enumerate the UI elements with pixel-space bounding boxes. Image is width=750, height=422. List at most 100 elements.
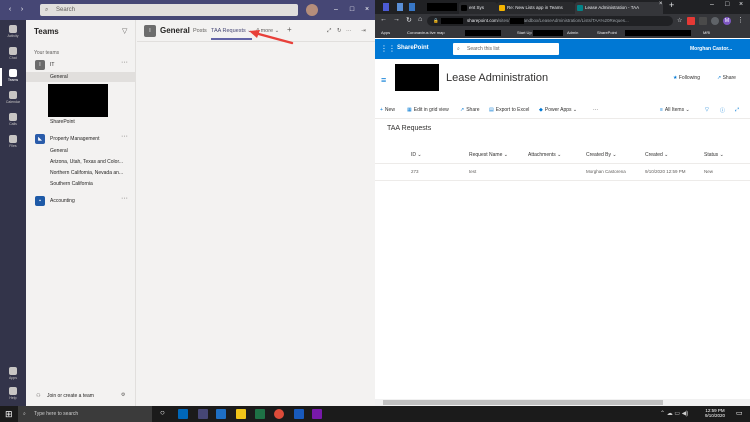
- list-search-input[interactable]: ⌕ Search this list: [453, 43, 559, 55]
- maximize-icon[interactable]: □: [725, 1, 729, 8]
- share-button[interactable]: ↗ Share: [460, 107, 480, 113]
- bookmark-coronavirus[interactable]: Coronavirus live map: [407, 28, 445, 38]
- edit-grid-button[interactable]: ▦ Edit in grid view: [407, 107, 449, 113]
- new-tab-button[interactable]: +: [669, 0, 674, 10]
- word-icon[interactable]: [294, 409, 304, 419]
- channel-southern-california[interactable]: Southern California: [50, 181, 93, 187]
- refresh-icon[interactable]: ↻: [406, 16, 412, 24]
- column-header-attachments[interactable]: Attachments ⌄: [528, 152, 561, 158]
- app-launcher-icon[interactable]: ⋮⋮: [380, 44, 396, 53]
- browser-tab[interactable]: ent Sys: [459, 2, 497, 14]
- rail-apps[interactable]: Apps: [0, 364, 26, 386]
- clock[interactable]: 12:59 PM 9/10/2020: [700, 408, 730, 418]
- filter-icon[interactable]: ▽: [122, 27, 127, 35]
- column-header-created[interactable]: Created ⌄: [645, 152, 668, 158]
- browser-tab-active[interactable]: Lease Administration - TAA: [575, 2, 663, 14]
- rail-files[interactable]: Files: [0, 132, 26, 154]
- more-options-icon[interactable]: ···: [346, 28, 352, 34]
- bookmark-mri[interactable]: MRI: [703, 28, 710, 38]
- extension-icon[interactable]: [397, 3, 403, 11]
- address-bar[interactable]: 🔒 sharepoint.com/sites/andbox/LeaseAdmin…: [427, 16, 673, 26]
- rail-calls[interactable]: Calls: [0, 110, 26, 132]
- refresh-icon[interactable]: ↻: [337, 28, 342, 34]
- channel-sharepoint[interactable]: SharePoint: [50, 119, 75, 125]
- user-name[interactable]: Morghan Castor...: [690, 46, 732, 52]
- extension-icon[interactable]: [711, 17, 719, 25]
- extension-icon[interactable]: [409, 3, 415, 11]
- bookmark-admin[interactable]: Admin: [567, 28, 578, 38]
- onenote-icon[interactable]: [312, 409, 322, 419]
- nav-menu-icon[interactable]: ≡: [381, 75, 386, 85]
- minimize-icon[interactable]: –: [330, 0, 342, 20]
- power-apps-button[interactable]: ◆ Power Apps ⌄: [539, 107, 577, 113]
- back-icon[interactable]: ‹: [4, 0, 16, 20]
- channel-northern-california[interactable]: Northern California, Nevada an...: [50, 170, 123, 176]
- column-header-id[interactable]: ID ⌄: [411, 152, 422, 158]
- teams-icon[interactable]: [198, 409, 208, 419]
- channel-general[interactable]: General: [50, 148, 68, 154]
- windows-start-icon[interactable]: ⊞: [5, 409, 13, 419]
- bookmark-apps[interactable]: Apps: [381, 28, 390, 38]
- home-icon[interactable]: ⌂: [418, 16, 422, 23]
- forward-icon[interactable]: ›: [16, 0, 28, 20]
- rail-teams[interactable]: Teams: [0, 66, 26, 88]
- team-name-property[interactable]: Property Management: [50, 136, 99, 142]
- info-icon[interactable]: ⓘ: [720, 107, 725, 114]
- browser-tab[interactable]: Re: New Lists app in Teams: [497, 2, 575, 14]
- extension-icon[interactable]: [687, 17, 695, 25]
- excel-icon[interactable]: [255, 409, 265, 419]
- channel-general[interactable]: General: [50, 74, 68, 80]
- suite-title[interactable]: SharePoint: [397, 45, 429, 51]
- system-tray[interactable]: ⌃ ☁ ▭ ◀): [660, 410, 688, 417]
- more-commands[interactable]: ···: [593, 107, 598, 113]
- column-header-status[interactable]: Status ⌄: [704, 152, 724, 158]
- column-header-request-name[interactable]: Request Name ⌄: [469, 152, 508, 158]
- bookmark-sharepoint[interactable]: SharePoint: [597, 28, 617, 38]
- teams-search-input[interactable]: ⌕ Search: [40, 4, 298, 16]
- conversation-icon[interactable]: ⇥: [361, 28, 366, 34]
- close-tab-icon[interactable]: ×: [659, 1, 663, 7]
- rail-help[interactable]: Help: [0, 384, 26, 406]
- maximize-icon[interactable]: □: [346, 0, 358, 20]
- expand-icon[interactable]: ⤢: [735, 107, 739, 113]
- back-icon[interactable]: ←: [380, 16, 387, 23]
- more-options-icon[interactable]: ···: [121, 133, 128, 140]
- forward-icon[interactable]: →: [393, 16, 400, 23]
- join-team-link[interactable]: Join or create a team: [47, 393, 94, 399]
- extension-icon[interactable]: [699, 17, 707, 25]
- taskbar-search-input[interactable]: ⌕ Type here to search: [18, 406, 152, 422]
- bookmark-startup[interactable]: Start Up: [517, 28, 532, 38]
- following-button[interactable]: ★ Following: [673, 75, 700, 81]
- more-options-icon[interactable]: ···: [121, 59, 128, 66]
- filter-icon[interactable]: ▽: [705, 107, 709, 113]
- team-name-it[interactable]: IT: [50, 62, 54, 68]
- close-icon[interactable]: ×: [361, 0, 373, 20]
- chrome-icon[interactable]: [274, 409, 284, 419]
- outlook-icon[interactable]: [216, 409, 226, 419]
- horizontal-scrollbar[interactable]: [375, 399, 750, 406]
- rail-chat[interactable]: Chat: [0, 44, 26, 66]
- menu-icon[interactable]: ⋮: [737, 16, 744, 24]
- expand-icon[interactable]: ⤢: [327, 28, 331, 35]
- rail-calendar[interactable]: Calendar: [0, 88, 26, 110]
- edge-icon[interactable]: [178, 409, 188, 419]
- table-row-request[interactable]: test: [469, 169, 476, 174]
- tab-posts[interactable]: Posts: [193, 28, 207, 34]
- channel-arizona[interactable]: Arizona, Utah, Texas and Color...: [50, 159, 123, 165]
- team-name-accounting[interactable]: Accounting: [50, 198, 75, 204]
- view-selector[interactable]: ≡ All Items ⌄: [660, 107, 690, 113]
- column-header-created-by[interactable]: Created By ⌄: [586, 152, 617, 158]
- profile-avatar[interactable]: M: [723, 17, 731, 25]
- scrollbar-thumb[interactable]: [383, 400, 663, 405]
- task-view-icon[interactable]: ○: [160, 408, 165, 417]
- extension-icon[interactable]: [383, 3, 389, 11]
- new-button[interactable]: + New: [380, 107, 395, 113]
- rail-activity[interactable]: Activity: [0, 22, 26, 44]
- avatar[interactable]: [306, 4, 318, 16]
- close-icon[interactable]: ×: [739, 1, 743, 8]
- more-options-icon[interactable]: ···: [121, 195, 128, 202]
- table-row-created-by[interactable]: Morghan Castorena: [586, 169, 626, 174]
- share-button[interactable]: ↗ Share: [717, 75, 736, 81]
- minimize-icon[interactable]: –: [710, 1, 714, 8]
- export-excel-button[interactable]: ▤ Export to Excel: [489, 107, 529, 113]
